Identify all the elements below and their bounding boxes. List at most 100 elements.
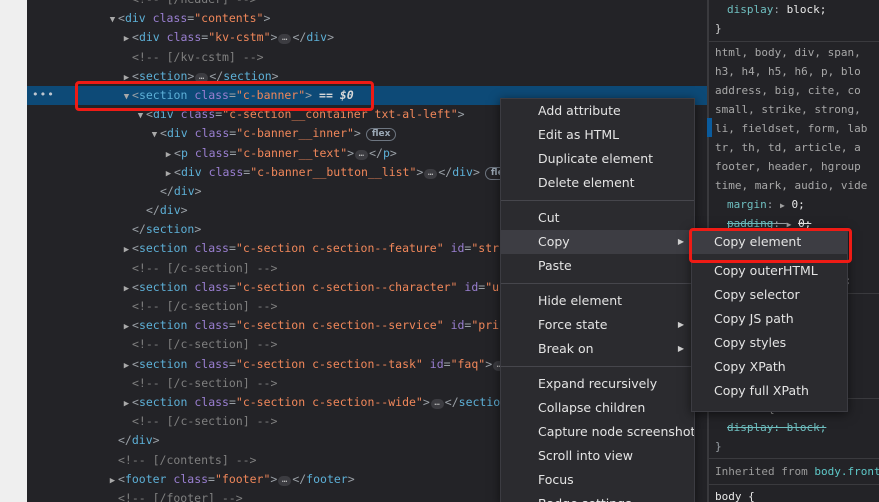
- dom-comment: <!-- [/footer] -->: [118, 490, 243, 502]
- dom-node-row[interactable]: <!-- [/header] -->: [27, 0, 707, 9]
- css-selector-line: html, body, div, span,: [715, 46, 861, 59]
- inherited-from-header: Inherited from body.front: [707, 458, 879, 481]
- context-menu-item-edit-as-html[interactable]: Edit as HTML: [501, 123, 694, 147]
- reset-rule-selector-lines: html, body, div, span, h3, h4, h5, h6, p,…: [707, 43, 879, 195]
- copy-submenu-item-copy-selector[interactable]: Copy selector: [692, 283, 847, 307]
- dom-node-row[interactable]: <!-- [/kv-cstm] -->: [27, 48, 707, 67]
- expand-arrow-icon[interactable]: ▶: [780, 201, 785, 210]
- collapsed-ellipsis-icon[interactable]: …: [278, 34, 292, 45]
- devtools-screenshot: <!-- [/header] --> <div class="contents">…: [0, 0, 879, 502]
- context-menu-item-force-state[interactable]: Force state ▶: [501, 313, 694, 337]
- dom-node-row[interactable]: <div class="contents">: [27, 9, 707, 28]
- submenu-arrow-icon: ▶: [677, 320, 684, 329]
- context-menu-item-label: Hide element: [538, 293, 623, 308]
- css-selector-line: tr, th, td, article, a: [715, 141, 861, 154]
- dom-node-context-menu[interactable]: Add attribute Edit as HTML Duplicate eleme…: [500, 98, 695, 502]
- collapsed-ellipsis-icon[interactable]: …: [278, 475, 292, 486]
- context-menu-item-label: Duplicate element: [538, 151, 654, 166]
- context-menu-item-focus[interactable]: Focus: [501, 468, 694, 492]
- context-menu-item-label: Edit as HTML: [538, 127, 620, 142]
- declaration-display[interactable]: display: block;: [707, 0, 879, 19]
- context-menu-item-label: Delete element: [538, 175, 635, 190]
- context-menu-item-label: Collapse children: [538, 400, 646, 415]
- context-menu-item-scroll-into-view[interactable]: Scroll into view: [501, 444, 694, 468]
- context-menu-item-delete-element[interactable]: Delete element: [501, 171, 694, 195]
- node-more-options-icon[interactable]: •••: [32, 89, 54, 101]
- context-menu-item-hide-element[interactable]: Hide element: [501, 289, 694, 313]
- dom-comment: <!-- [/contents] -->: [118, 452, 257, 467]
- inherited-source: body.front: [814, 465, 879, 478]
- body-selector: body {: [715, 490, 755, 502]
- context-menu-item-label: Break on: [538, 341, 594, 356]
- submenu-arrow-icon: ▶: [677, 344, 684, 353]
- styles-rule-body: body {: [707, 484, 879, 502]
- property-value: block;: [786, 3, 827, 16]
- context-menu-item-label: Add attribute: [538, 103, 621, 118]
- css-selector-line: address, big, cite, co: [715, 84, 861, 97]
- copy-submenu-item-copy-outerhtml[interactable]: Copy outerHTML: [692, 259, 847, 283]
- dom-comment: <!-- [/header] -->: [132, 0, 257, 6]
- css-selector-line: h3, h4, h5, h6, p, blo: [715, 65, 861, 78]
- context-menu-item-label: Badge settings: [538, 496, 632, 502]
- dom-node-row[interactable]: <section>…</section>: [27, 67, 707, 86]
- context-menu-item-paste[interactable]: Paste: [501, 254, 694, 278]
- context-menu-item-break-on[interactable]: Break on ▶: [501, 337, 694, 361]
- dom-node-row[interactable]: <div class="kv-cstm">…</div>: [27, 28, 707, 47]
- context-menu-item-label: Capture node screenshot: [538, 424, 695, 439]
- dom-comment: <!-- [/c-section] -->: [132, 299, 278, 313]
- copy-submenu-item-label: Copy XPath: [714, 359, 786, 374]
- copy-submenu-item-copy-styles[interactable]: Copy styles: [692, 331, 847, 355]
- css-declaration[interactable]: margin: ▶ 0;: [707, 195, 879, 214]
- collapsed-ellipsis-icon[interactable]: …: [424, 168, 438, 179]
- styles-scroll-marker: [707, 118, 712, 137]
- copy-submenu-item-label: Copy element: [714, 234, 802, 249]
- dom-comment: <!-- [/c-section] -->: [132, 414, 278, 429]
- copy-submenu[interactable]: Copy element Copy outerHTML Copy selector C…: [691, 229, 848, 412]
- dom-comment: <!-- [/c-section] -->: [132, 375, 278, 390]
- context-menu-item-expand-recursively[interactable]: Expand recursively: [501, 372, 694, 396]
- context-menu-item-cut[interactable]: Cut: [501, 206, 694, 230]
- styles-rule-top: display: block; }: [707, 0, 879, 42]
- context-menu-item-duplicate-element[interactable]: Duplicate element: [501, 147, 694, 171]
- copy-submenu-item-label: Copy selector: [714, 287, 800, 302]
- collapsed-ellipsis-icon[interactable]: …: [195, 72, 209, 83]
- context-menu-item-badge-settings[interactable]: Badge settings: [501, 492, 694, 502]
- context-menu-item-collapse-children[interactable]: Collapse children: [501, 396, 694, 420]
- copy-submenu-item-copy-xpath[interactable]: Copy XPath: [692, 355, 847, 379]
- collapsed-ellipsis-icon[interactable]: …: [430, 398, 444, 409]
- context-menu-item-add-attribute[interactable]: Add attribute: [501, 99, 694, 123]
- section-closing-brace: }: [715, 440, 722, 453]
- context-menu-separator: [501, 283, 694, 284]
- section-display-decl[interactable]: display: block;: [727, 421, 826, 434]
- context-menu-item-label: Focus: [538, 472, 574, 487]
- inherited-label: Inherited from: [715, 465, 808, 478]
- copy-submenu-item-copy-element[interactable]: Copy element: [692, 230, 847, 254]
- context-menu-item-label: Cut: [538, 210, 560, 225]
- css-selector-line: li, fieldset, form, lab: [715, 122, 868, 135]
- context-menu-separator: [501, 200, 694, 201]
- copy-submenu-item-copy-full-xpath[interactable]: Copy full XPath: [692, 379, 847, 403]
- closing-brace: }: [715, 22, 722, 35]
- copy-submenu-item-label: Copy outerHTML: [714, 263, 818, 278]
- context-menu-item-capture-node-screenshot[interactable]: Capture node screenshot: [501, 420, 694, 444]
- context-menu-item-label: Copy: [538, 234, 570, 249]
- context-menu-item-label: Expand recursively: [538, 376, 658, 391]
- css-selector-line: small, strike, strong,: [715, 103, 861, 116]
- context-menu-item-label: Force state: [538, 317, 608, 332]
- dom-comment: <!-- [/c-section] -->: [132, 260, 278, 275]
- context-menu-item-label: Paste: [538, 258, 572, 273]
- copy-submenu-item-copy-js-path[interactable]: Copy JS path: [692, 307, 847, 331]
- context-menu-item-label: Scroll into view: [538, 448, 633, 463]
- context-menu-separator: [501, 366, 694, 367]
- css-selector-line: footer, header, hgroup: [715, 160, 861, 173]
- copy-submenu-item-label: Copy full XPath: [714, 383, 809, 398]
- left-gutter: [0, 0, 27, 502]
- collapsed-ellipsis-icon[interactable]: …: [355, 149, 369, 160]
- dom-comment: <!-- [/c-section] -->: [132, 337, 278, 352]
- context-menu-item-copy[interactable]: Copy ▶: [501, 230, 694, 254]
- property-name: display: [727, 3, 774, 16]
- copy-submenu-item-label: Copy styles: [714, 335, 787, 350]
- css-selector-line: time, mark, audio, vide: [715, 179, 868, 192]
- flex-badge[interactable]: flex: [365, 128, 397, 142]
- submenu-arrow-icon: ▶: [677, 237, 684, 246]
